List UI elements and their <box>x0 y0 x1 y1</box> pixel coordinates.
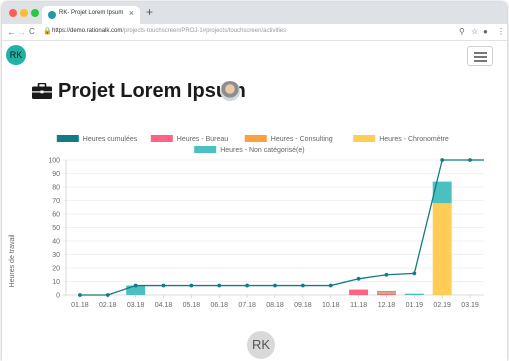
line-point <box>161 283 166 288</box>
line-point <box>356 276 361 281</box>
x-tick-label: 07.18 <box>238 302 256 309</box>
line-point <box>273 283 277 288</box>
line-point <box>245 283 250 288</box>
chart-bars <box>126 181 452 295</box>
line-point <box>412 271 417 276</box>
line-point <box>328 283 333 288</box>
x-tick-label: 01.18 <box>71 302 89 309</box>
favicon-icon <box>48 11 56 19</box>
line-point <box>440 158 445 162</box>
forward-button[interactable]: → <box>17 26 26 38</box>
browser-menu-icon[interactable]: ⋮ <box>497 27 505 36</box>
y-tick-label: 100 <box>48 158 60 165</box>
chart-grid <box>62 159 484 296</box>
bar-segment <box>349 289 369 295</box>
zoom-icon[interactable]: ⚲ <box>459 27 465 36</box>
legend-label: Heures - Non catégorisé(e) <box>220 147 304 154</box>
y-tick-label: 40 <box>52 239 60 246</box>
x-tick-label: 10.18 <box>322 302 340 309</box>
x-tick-label: 12.18 <box>378 302 396 309</box>
line-point <box>133 283 138 288</box>
x-tick-label: 03.19 <box>461 302 479 309</box>
line-point <box>189 283 194 288</box>
x-tick-label: 04.18 <box>155 302 173 309</box>
x-tick-label: 05.18 <box>183 302 201 309</box>
line-point <box>217 283 222 288</box>
reload-button[interactable]: C <box>29 26 35 38</box>
y-tick-label: 50 <box>52 225 60 232</box>
x-tick-label: 11.18 <box>350 302 367 309</box>
legend-swatch <box>56 135 79 142</box>
bookmark-star-icon[interactable]: ☆ <box>471 27 478 36</box>
x-tick-label: 08.18 <box>266 302 284 309</box>
legend-label: Heures - Chronomètre <box>379 136 449 143</box>
x-tick-label: 02.19 <box>433 302 451 309</box>
line-point <box>105 293 110 297</box>
y-axis-ticks: 0 10 20 30 40 50 60 70 80 90 100 <box>48 158 60 300</box>
screenshot-stage: RK- Projet Lorem Ipsum × + ← → C 🔒 https… <box>0 0 509 361</box>
new-tab-button[interactable]: + <box>146 6 153 18</box>
legend-label: Heures - Bureau <box>177 136 228 143</box>
tab-title: RK- Projet Lorem Ipsum <box>59 10 124 16</box>
browser-tab[interactable]: RK- Projet Lorem Ipsum × <box>42 6 140 24</box>
profile-icon[interactable]: ● <box>483 27 488 36</box>
legend-swatch <box>150 135 173 142</box>
minimize-window-button[interactable] <box>20 9 28 17</box>
bar-segment <box>376 293 396 295</box>
page-content: RK Projet Lorem Ipsum Heures cumulées Heu… <box>2 42 507 361</box>
footer-user-avatar[interactable]: RK <box>247 331 275 359</box>
user-avatar[interactable]: RK <box>6 45 26 65</box>
hamburger-menu-button[interactable] <box>467 46 493 66</box>
x-tick-label: 09.18 <box>294 302 312 309</box>
line-point <box>384 272 389 277</box>
line-point <box>300 283 305 288</box>
maximize-window-button[interactable] <box>31 9 39 17</box>
bar-segment <box>432 203 452 295</box>
legend-swatch <box>353 135 376 142</box>
x-tick-label: 01.19 <box>406 302 424 309</box>
y-tick-label: 80 <box>52 185 60 192</box>
briefcase-icon <box>32 83 52 99</box>
browser-window: RK- Projet Lorem Ipsum × + ← → C 🔒 https… <box>2 2 507 361</box>
x-axis-ticks: 01.18 02.18 03.18 04.18 05.18 06.18 07.18 08.18… <box>71 295 479 309</box>
tab-strip: RK- Projet Lorem Ipsum × + <box>2 2 507 24</box>
browser-toolbar: ← → C 🔒 https://demo.rationalk.com/proje… <box>2 24 507 41</box>
legend-swatch <box>194 146 217 153</box>
legend-swatch <box>244 135 267 142</box>
bar-segment <box>376 292 396 294</box>
y-tick-label: 60 <box>52 212 60 219</box>
chart-legend: Heures cumulées Heures - Bureau Heures - C… <box>56 135 449 154</box>
y-tick-label: 0 <box>56 293 60 300</box>
y-tick-label: 30 <box>52 252 60 259</box>
address-bar[interactable]: https://demo.rationalk.com/projects-touc… <box>52 28 286 34</box>
menu-line <box>474 52 487 54</box>
lock-icon: 🔒 <box>43 28 52 35</box>
bar-segment <box>376 290 396 293</box>
y-axis-label: Heures de travail <box>9 234 16 287</box>
legend-label: Heures cumulées <box>83 136 138 143</box>
bar-segment <box>404 293 424 295</box>
line-point <box>78 293 82 297</box>
url-path: /projects-touchscreen/PROJ-1#projects/to… <box>122 28 287 34</box>
menu-line <box>474 60 487 62</box>
x-tick-label: 03.18 <box>127 302 145 309</box>
project-owner-avatar[interactable] <box>220 81 240 101</box>
y-tick-label: 20 <box>52 266 60 273</box>
close-window-button[interactable] <box>9 9 17 17</box>
y-tick-label: 90 <box>52 171 60 178</box>
hours-chart: Heures cumulées Heures - Bureau Heures - C… <box>9 135 484 309</box>
page-title: Projet Lorem Ipsum <box>58 80 246 102</box>
x-tick-label: 02.18 <box>99 302 117 309</box>
y-tick-label: 70 <box>52 198 60 205</box>
url-host: https://demo.rationalk.com <box>52 28 123 34</box>
back-button[interactable]: ← <box>7 26 16 38</box>
y-tick-label: 10 <box>52 279 60 286</box>
x-tick-label: 06.18 <box>211 302 229 309</box>
menu-line <box>474 56 487 58</box>
tab-close-icon[interactable]: × <box>129 8 134 18</box>
legend-label: Heures - Consulting <box>271 136 333 143</box>
